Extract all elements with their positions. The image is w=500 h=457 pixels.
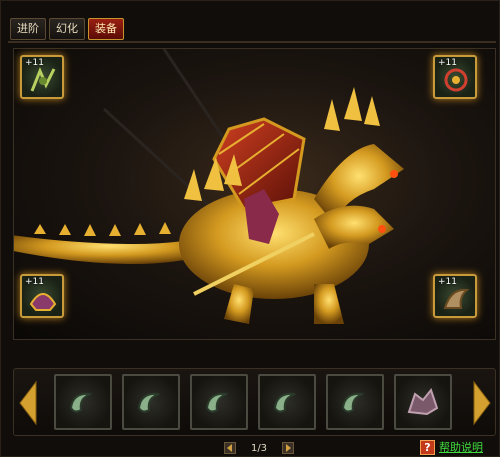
triangle-left-icon [227,444,232,452]
triangle-right-icon [286,444,291,452]
help-icon: ? [420,439,435,455]
next-page-button[interactable] [282,442,294,454]
tab-equipment[interactable]: 装备 [88,18,124,40]
horn-icon [137,392,160,413]
item-slot-1[interactable] [54,374,112,430]
horn-icon [341,392,364,413]
mount-preview [13,48,496,340]
horn-icon [205,392,228,413]
next-items-arrow[interactable] [470,380,494,426]
prev-items-arrow[interactable] [16,380,40,426]
horn-icon [273,392,296,413]
tab-transform[interactable]: 幻化 [49,18,85,40]
equip-slot-bottom-right[interactable]: +11 [433,274,477,318]
item-slot-6[interactable] [394,374,452,430]
page-indicator: 1/3 [250,442,268,454]
pagination: 1/3 [224,440,294,456]
help-label: 帮助说明 [439,441,483,454]
chevron-left-icon [19,380,37,426]
equip-slot-top-right[interactable]: +11 [433,55,477,99]
horn-icon [69,392,92,413]
tab-bar: 进阶 幻化 装备 [10,18,124,40]
item-slot-4[interactable] [258,374,316,430]
help-link[interactable]: ? 帮助说明 [420,439,483,455]
talisman-icon [30,67,56,92]
item-slot-3[interactable] [190,374,248,430]
claw-icon [443,288,470,309]
dragon-armor-icon [407,387,439,416]
golden-dragon-mount-image [14,49,404,324]
tab-advance[interactable]: 进阶 [10,18,46,40]
item-slot-2[interactable] [122,374,180,430]
orb-icon [444,68,468,92]
item-slot-5[interactable] [326,374,384,430]
helmet-icon [29,293,57,311]
equip-slot-top-left[interactable]: +11 [20,55,64,99]
chevron-right-icon [473,380,491,426]
tab-divider [8,41,496,43]
equip-slot-bottom-left[interactable]: +11 [20,274,64,318]
prev-page-button[interactable] [224,442,236,454]
